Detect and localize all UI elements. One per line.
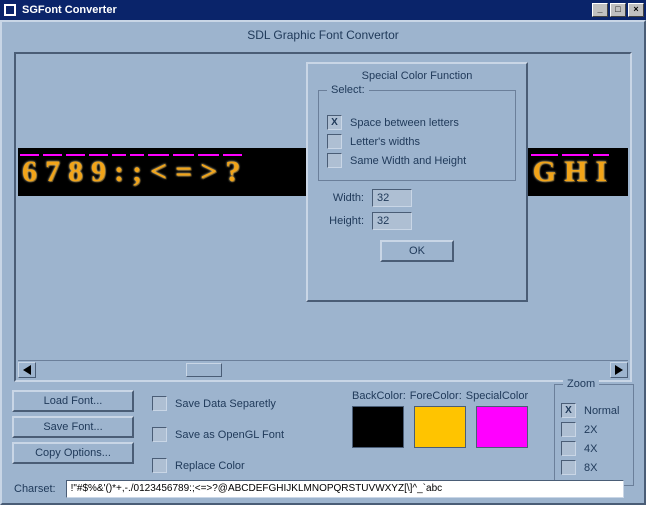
checkbox-letter-widths[interactable] bbox=[327, 134, 342, 149]
select-legend: Select: bbox=[327, 84, 369, 96]
zoom-fieldset: Zoom XNormal 2X 4X 8X bbox=[554, 384, 634, 486]
charset-row: Charset: !"#$%&'()*+,-./0123456789:;<=>?… bbox=[14, 480, 624, 498]
glyph: 9 bbox=[87, 155, 110, 189]
preview-frame: 6 7 8 9 : ; < = > ? E F G H I Special Co… bbox=[14, 52, 632, 382]
glyph: = bbox=[171, 155, 196, 189]
load-font-button[interactable]: Load Font... bbox=[12, 390, 134, 412]
window-titlebar: SGFont Converter _ □ × bbox=[0, 0, 646, 20]
specialcolor-swatch[interactable] bbox=[476, 406, 528, 448]
checkbox-same-wh[interactable] bbox=[327, 153, 342, 168]
glyph: G bbox=[529, 155, 560, 189]
height-label: Height: bbox=[320, 215, 364, 227]
forecolor-label: ForeColor: bbox=[410, 390, 462, 402]
minimize-button[interactable]: _ bbox=[592, 3, 608, 17]
label-space-between: Space between letters bbox=[350, 117, 459, 129]
label-save-separately: Save Data Separetly bbox=[175, 398, 276, 410]
label-same-wh: Same Width and Height bbox=[350, 155, 466, 167]
glyph: I bbox=[591, 155, 611, 189]
close-button[interactable]: × bbox=[628, 3, 644, 17]
glyph: : bbox=[110, 155, 128, 189]
window-title: SGFont Converter bbox=[22, 4, 592, 16]
checkbox-replace-color[interactable] bbox=[152, 458, 167, 473]
scroll-thumb[interactable] bbox=[186, 363, 222, 377]
forecolor-swatch[interactable] bbox=[414, 406, 466, 448]
glyph: H bbox=[560, 155, 591, 189]
charset-label: Charset: bbox=[14, 483, 56, 495]
glyph: > bbox=[196, 155, 221, 189]
charset-input[interactable]: !"#$%&'()*+,-./0123456789:;<=>?@ABCDEFGH… bbox=[66, 480, 624, 498]
zoom-normal-label: Normal bbox=[584, 405, 619, 417]
save-font-button[interactable]: Save Font... bbox=[12, 416, 134, 438]
select-fieldset: Select: X Space between letters Letter's… bbox=[318, 90, 516, 181]
glyph: < bbox=[146, 155, 171, 189]
label-save-opengl: Save as OpenGL Font bbox=[175, 429, 284, 441]
app-icon bbox=[2, 2, 18, 18]
zoom-2x-checkbox[interactable] bbox=[561, 422, 576, 437]
backcolor-swatch[interactable] bbox=[352, 406, 404, 448]
glyph: 6 bbox=[18, 155, 41, 189]
specialcolor-label: SpecialColor bbox=[466, 390, 528, 402]
special-color-dialog: Special Color Function Select: X Space b… bbox=[306, 62, 528, 302]
zoom-4x-label: 4X bbox=[584, 443, 597, 455]
maximize-button[interactable]: □ bbox=[610, 3, 626, 17]
backcolor-label: BackColor: bbox=[352, 390, 406, 402]
copy-options-button[interactable]: Copy Options... bbox=[12, 442, 134, 464]
glyph: ; bbox=[128, 155, 146, 189]
zoom-2x-label: 2X bbox=[584, 424, 597, 436]
glyph: ? bbox=[221, 155, 244, 189]
label-replace-color: Replace Color bbox=[175, 460, 245, 472]
checkbox-save-separately[interactable] bbox=[152, 396, 167, 411]
scroll-left-button[interactable] bbox=[18, 362, 36, 378]
zoom-4x-checkbox[interactable] bbox=[561, 441, 576, 456]
font-preview-canvas: 6 7 8 9 : ; < = > ? E F G H I Special Co… bbox=[18, 56, 628, 358]
zoom-8x-label: 8X bbox=[584, 462, 597, 474]
width-label: Width: bbox=[320, 192, 364, 204]
app-title: SDL Graphic Font Convertor bbox=[2, 22, 644, 46]
label-letter-widths: Letter's widths bbox=[350, 136, 420, 148]
height-input[interactable]: 32 bbox=[372, 212, 412, 230]
width-input[interactable]: 32 bbox=[372, 189, 412, 207]
horizontal-scrollbar[interactable] bbox=[18, 360, 628, 378]
checkbox-save-opengl[interactable] bbox=[152, 427, 167, 442]
zoom-legend: Zoom bbox=[563, 378, 599, 390]
scroll-right-button[interactable] bbox=[610, 362, 628, 378]
ok-button[interactable]: OK bbox=[380, 240, 454, 262]
zoom-normal-checkbox[interactable]: X bbox=[561, 403, 576, 418]
checkbox-space-between[interactable]: X bbox=[327, 115, 342, 130]
glyph: 7 bbox=[41, 155, 64, 189]
scroll-track[interactable] bbox=[36, 362, 610, 378]
app-client-area: SDL Graphic Font Convertor 6 7 8 9 : ; <… bbox=[0, 20, 646, 505]
glyph: 8 bbox=[64, 155, 87, 189]
zoom-8x-checkbox[interactable] bbox=[561, 460, 576, 475]
